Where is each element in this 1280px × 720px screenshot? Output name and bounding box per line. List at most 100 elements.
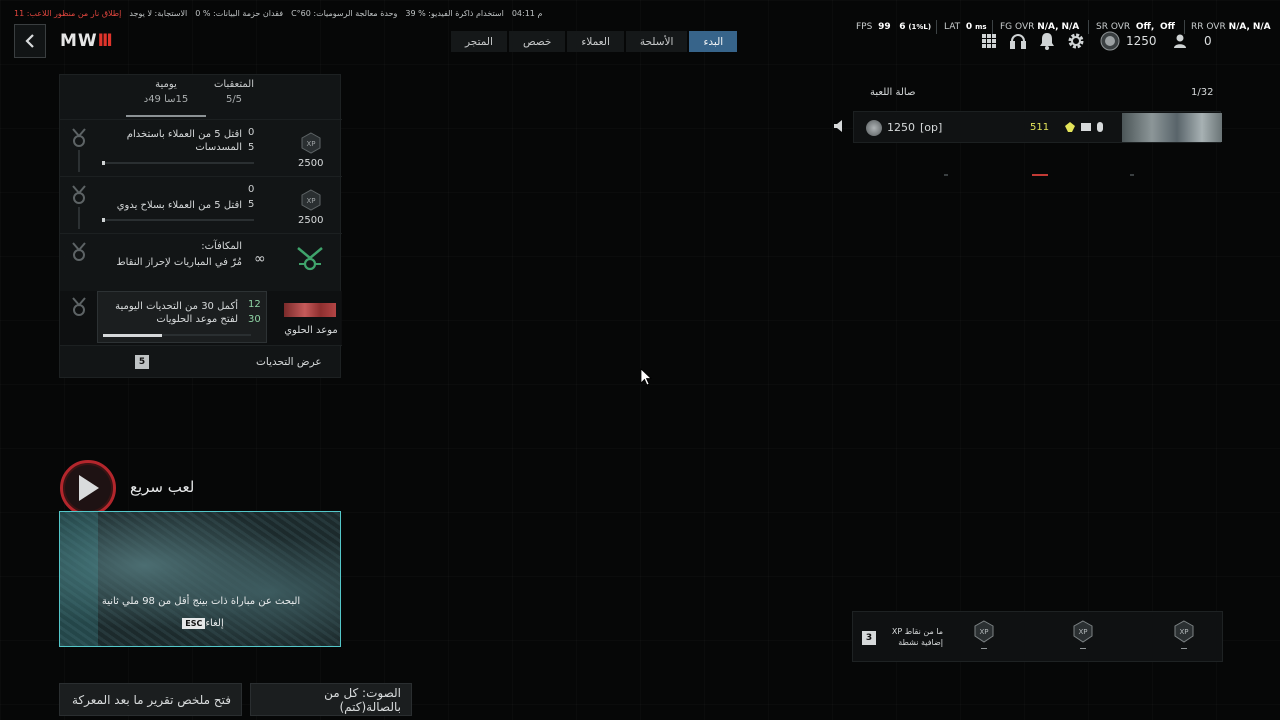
token-dash bbox=[981, 648, 987, 649]
event-card: أكمل 30 من التحديات اليومية لفتح موعد ال… bbox=[97, 291, 267, 343]
voice-chat-button[interactable]: الصوت: كل من بالصالة(كتم) bbox=[250, 683, 412, 716]
svg-text:XP: XP bbox=[979, 628, 988, 636]
challenge-text: اقتل 5 من العملاء باستخدام المسدسات bbox=[126, 129, 242, 153]
player-level: 511 bbox=[1030, 122, 1050, 133]
xp-reward: 2500 bbox=[298, 158, 324, 169]
challenge-progress-bar bbox=[102, 161, 254, 165]
player-status-icons bbox=[1064, 121, 1104, 133]
rewards-row: المكافآت: مُرّ في المباريات لإحراز النقا… bbox=[60, 233, 342, 291]
player-card[interactable]: 1250 [op] 511 bbox=[853, 111, 1222, 143]
winged-medal-icon bbox=[297, 247, 323, 271]
svg-text:XP: XP bbox=[1078, 628, 1087, 636]
challenge-progress-numbers: 0 5 bbox=[248, 127, 255, 153]
main-tabs: البدء الأسلحة العملاء خصص المتجر bbox=[451, 31, 738, 52]
challenge-progress-bar bbox=[102, 218, 254, 222]
currency-display[interactable]: 1250 bbox=[1100, 30, 1157, 52]
xp-tokens-panel: 3 ما من نقاط XP إضافية نشطة XP XP XP bbox=[852, 611, 1223, 662]
lobby-player-count: 1/32 bbox=[1191, 87, 1214, 98]
quick-play-card[interactable]: البحث عن مباراة ذات بينج أقل من 98 ملي ث… bbox=[59, 511, 341, 647]
event-progress-numbers: 12 30 bbox=[248, 299, 261, 325]
cod-points-icon bbox=[1100, 31, 1120, 51]
telemetry-gpu-temp: وحدة معالجة الرسوميات: 60°C bbox=[291, 9, 398, 18]
svg-text:XP: XP bbox=[1179, 628, 1188, 636]
matchmaking-status: البحث عن مباراة ذات بينج أقل من 98 ملي ث… bbox=[101, 596, 301, 607]
svg-text:XP: XP bbox=[306, 197, 315, 205]
xp-icon: XP bbox=[301, 132, 321, 154]
xp-tokens-count: 3 bbox=[862, 631, 876, 645]
chevron-left-icon bbox=[25, 34, 34, 48]
lobby-title: صالة اللعبة bbox=[870, 87, 916, 98]
challenges-count-badge: 5 bbox=[135, 355, 149, 369]
telemetry-packet-loss: فقدان حزمة البيانات: % 0 bbox=[195, 9, 284, 18]
tab-customize[interactable]: خصص bbox=[508, 31, 566, 52]
event-progress-fill bbox=[103, 334, 163, 337]
player-skill: 1250 bbox=[887, 121, 915, 134]
row-connector bbox=[78, 150, 80, 172]
settings-gear-icon[interactable] bbox=[1065, 30, 1087, 52]
challenge-progress-numbers: 0 5 bbox=[248, 184, 255, 210]
back-button[interactable] bbox=[14, 24, 46, 58]
tab-start[interactable]: البدء bbox=[689, 31, 738, 52]
friends-count: 0 bbox=[1204, 34, 1212, 48]
game-logo: MWIII bbox=[60, 31, 113, 51]
xp-reward: 2500 bbox=[298, 215, 324, 226]
challenge-row[interactable]: اقتل 5 من العملاء باستخدام المسدسات 0 5 … bbox=[60, 119, 342, 175]
challenge-row[interactable]: اقتل 5 من العملاء بسلاح يدوي 0 5 XP 2500 bbox=[60, 176, 342, 232]
battle-pass-xp-token-icon[interactable]: XP bbox=[1072, 620, 1094, 644]
stat-divider bbox=[936, 20, 937, 34]
friends-display[interactable]: 0 bbox=[1172, 30, 1212, 52]
token-dash bbox=[1080, 648, 1086, 649]
speaker-icon[interactable] bbox=[833, 119, 847, 133]
friends-icon bbox=[1174, 34, 1186, 48]
medal-icon bbox=[72, 297, 86, 316]
telemetry-bar: م 04:11 استخدام ذاكرة الفيديو: % 39 وحدة… bbox=[14, 9, 574, 23]
row-connector bbox=[78, 207, 80, 229]
event-thumbnail bbox=[284, 303, 336, 317]
challenge-text: اقتل 5 من العملاء بسلاح يدوي bbox=[116, 200, 242, 211]
header-icons bbox=[978, 30, 1094, 52]
event-progress-bar bbox=[103, 334, 251, 337]
player-name: [op] bbox=[920, 121, 943, 134]
currency-value: 1250 bbox=[1126, 34, 1157, 48]
rewards-title: المكافآت: bbox=[201, 241, 242, 252]
open-after-action-report-button[interactable]: فتح ملخص تقرير ما بعد المعركة bbox=[59, 683, 242, 716]
show-challenges-button[interactable]: عرض التحديات 5 bbox=[60, 345, 342, 378]
headset-icon[interactable] bbox=[1007, 30, 1029, 52]
xp-tokens-label: ما من نقاط XP إضافية نشطة bbox=[891, 627, 943, 647]
quick-play-play-button[interactable] bbox=[60, 460, 116, 516]
player-xp-token-icon[interactable]: XP bbox=[1173, 620, 1195, 644]
grid-menu-icon[interactable] bbox=[978, 30, 1000, 52]
weapon-xp-token-icon[interactable]: XP bbox=[973, 620, 995, 644]
esc-key-hint: ESC bbox=[182, 618, 206, 629]
event-challenge-row[interactable]: أكمل 30 من التحديات اليومية لفتح موعد ال… bbox=[60, 291, 342, 345]
tab-weapons[interactable]: الأسلحة bbox=[625, 31, 688, 52]
fps-stat: FPS 99 6 (1%L) bbox=[856, 22, 932, 32]
mouse-cursor-icon bbox=[640, 368, 652, 386]
tab-operators[interactable]: العملاء bbox=[567, 31, 624, 52]
cancel-search-button[interactable]: إلغاءESC bbox=[60, 618, 342, 629]
lobby-player-row: 1250 [op] 511 bbox=[834, 111, 1223, 143]
event-text: أكمل 30 من التحديات اليومية لفتح موعد ال… bbox=[115, 301, 238, 325]
mouse-input-icon bbox=[1097, 122, 1103, 132]
event-label: موعد الحلوي bbox=[284, 325, 338, 336]
telemetry-time: م 04:11 bbox=[511, 9, 543, 18]
telemetry-response: الاستجابة: لا يوجد bbox=[129, 9, 188, 18]
tab-store[interactable]: المتجر bbox=[451, 31, 507, 52]
lobby-marker bbox=[1032, 174, 1048, 176]
lobby-marker bbox=[1130, 174, 1134, 176]
svg-text:XP: XP bbox=[306, 140, 315, 148]
platform-icon bbox=[1081, 123, 1091, 131]
quick-play-title: لعب سريع bbox=[130, 478, 195, 496]
play-icon bbox=[79, 475, 99, 501]
challenges-panel: يومية 15سا 49د المتعقبات 5/5 اقتل 5 من ا… bbox=[59, 74, 342, 378]
tab-tracked[interactable]: المتعقبات 5/5 bbox=[194, 79, 274, 105]
rank-insignia-icon bbox=[1065, 122, 1075, 132]
challenge-tabs: يومية 15سا 49د المتعقبات 5/5 bbox=[60, 75, 342, 119]
xp-icon: XP bbox=[301, 189, 321, 211]
rewards-text: مُرّ في المباريات لإحراز النقاط bbox=[116, 257, 242, 268]
skill-rank-icon bbox=[866, 120, 882, 136]
telemetry-vram: استخدام ذاكرة الفيديو: % 39 bbox=[405, 9, 504, 18]
lobby-marker bbox=[944, 174, 948, 176]
show-challenges-label: عرض التحديات bbox=[256, 356, 322, 368]
notification-bell-icon[interactable] bbox=[1036, 30, 1058, 52]
